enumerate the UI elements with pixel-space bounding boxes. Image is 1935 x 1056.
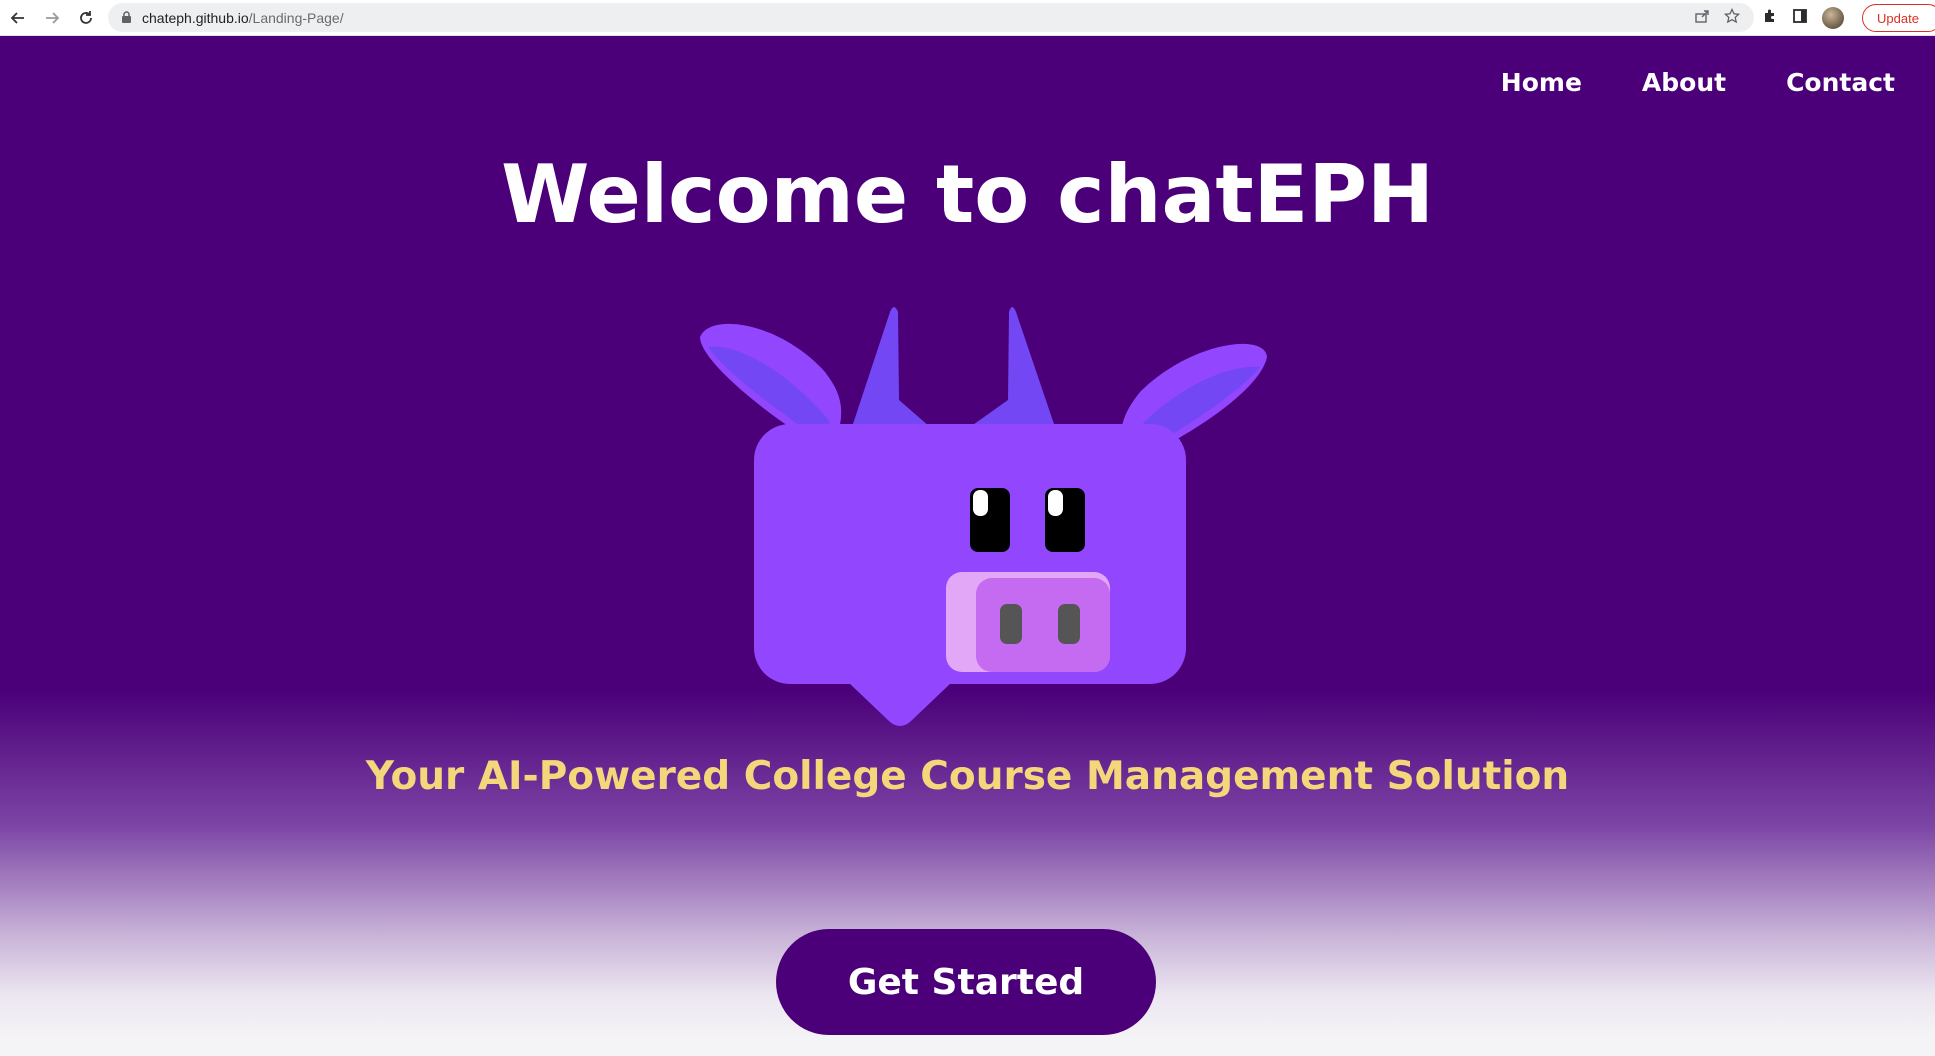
hero-tagline: Your AI-Powered College Course Managemen…: [365, 754, 1570, 799]
url-text: chateph.github.io/Landing-Page/: [142, 9, 344, 26]
forward-arrow-icon[interactable]: [36, 2, 68, 34]
left-nostril: [1000, 604, 1022, 644]
share-icon[interactable]: [1694, 8, 1710, 28]
browser-toolbar: chateph.github.io/Landing-Page/ Update: [0, 0, 1935, 36]
update-button[interactable]: Update: [1862, 4, 1935, 32]
right-horn: [970, 307, 1055, 427]
nav-about-link[interactable]: About: [1642, 68, 1726, 97]
speech-tail: [848, 682, 952, 726]
address-bar[interactable]: chateph.github.io/Landing-Page/: [108, 3, 1754, 32]
get-started-button[interactable]: Get Started: [776, 929, 1156, 1035]
profile-avatar[interactable]: [1822, 7, 1844, 29]
star-icon[interactable]: [1723, 7, 1741, 28]
snout: [976, 578, 1110, 672]
nav-contact-link[interactable]: Contact: [1786, 68, 1895, 97]
nav-home-link[interactable]: Home: [1501, 68, 1582, 97]
landing-page: Home About Contact Welcome to chatEPH Yo…: [0, 36, 1935, 1056]
left-horn: [852, 307, 930, 427]
hero-title: Welcome to chatEPH: [501, 148, 1434, 241]
lock-icon[interactable]: [120, 11, 132, 25]
cow-mascot-logo: [700, 307, 1267, 726]
site-nav: Home About Contact: [1501, 68, 1895, 97]
side-panel-icon[interactable]: [1792, 8, 1808, 29]
extensions-icon[interactable]: [1762, 8, 1778, 29]
right-nostril: [1058, 604, 1080, 644]
back-arrow-icon[interactable]: [2, 2, 34, 34]
reload-icon[interactable]: [70, 2, 102, 34]
